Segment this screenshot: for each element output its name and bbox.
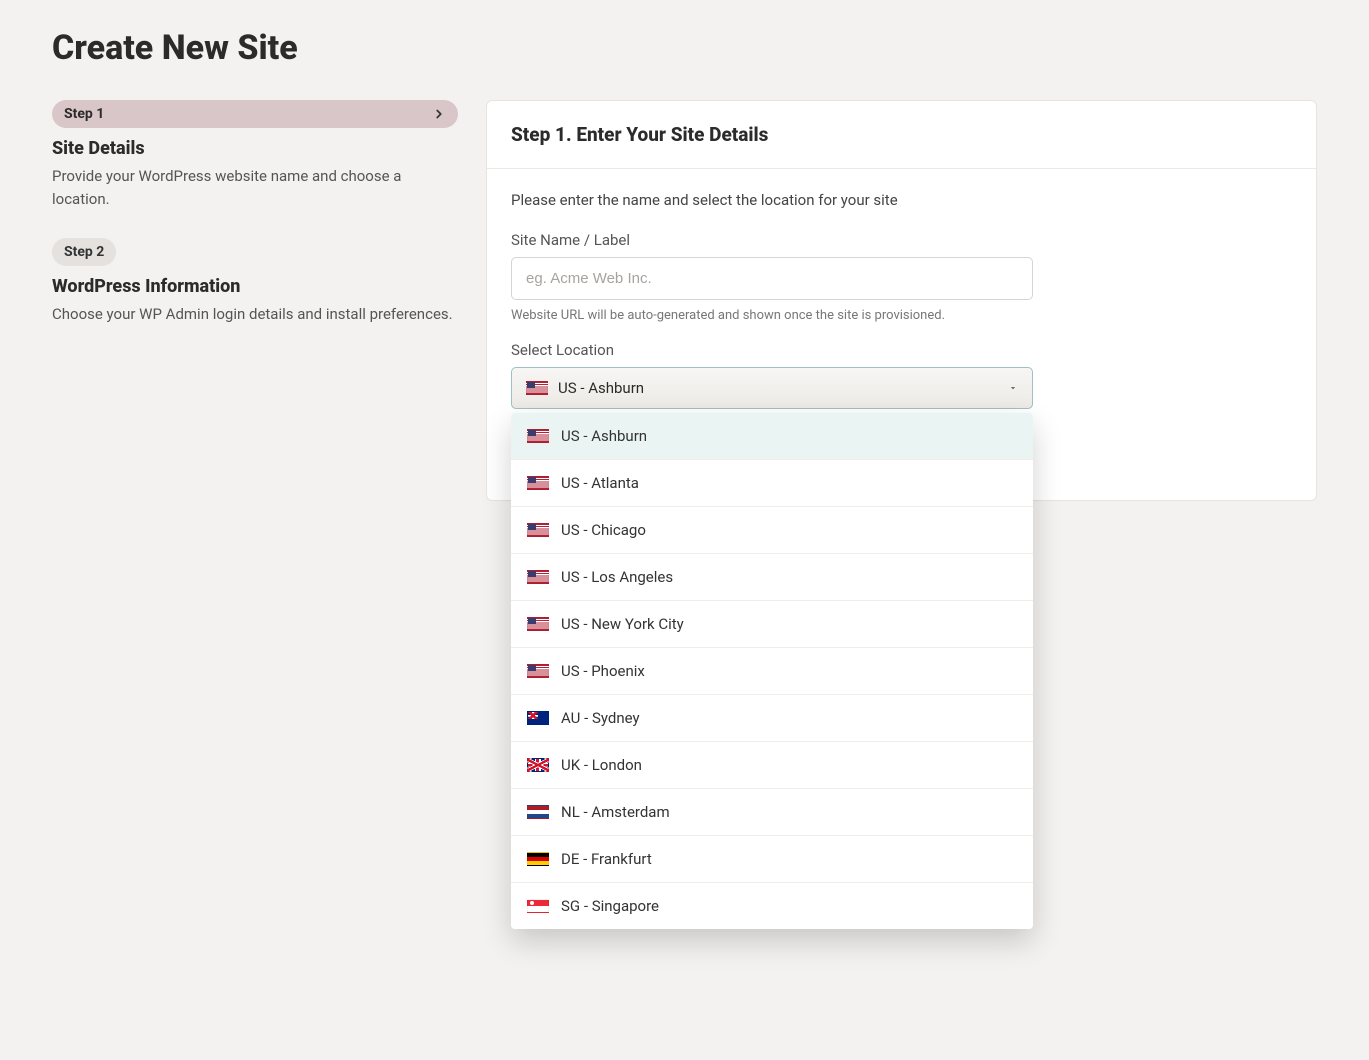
page-title: Create New Site	[52, 28, 1317, 68]
us-flag-icon	[527, 617, 549, 631]
step-1-desc: Provide your WordPress website name and …	[52, 165, 458, 210]
step-1-title: Site Details	[52, 138, 458, 159]
site-name-label: Site Name / Label	[511, 231, 1292, 249]
nl-flag-icon	[527, 805, 549, 819]
step-2-pill[interactable]: Step 2	[52, 238, 116, 266]
site-name-hint: Website URL will be auto-generated and s…	[511, 308, 1292, 323]
au-flag-icon	[527, 711, 549, 725]
us-flag-icon	[527, 570, 549, 584]
steps-sidebar: Step 1 Site Details Provide your WordPre…	[52, 100, 458, 354]
step-2-pill-label: Step 2	[64, 244, 104, 260]
location-option[interactable]: US - Los Angeles	[511, 554, 1033, 601]
us-flag-icon	[526, 381, 548, 395]
site-name-group: Site Name / Label Website URL will be au…	[511, 231, 1292, 323]
location-option-label: US - Phoenix	[561, 662, 645, 680]
location-option[interactable]: US - Ashburn	[511, 413, 1033, 460]
location-option-label: US - Atlanta	[561, 474, 639, 492]
site-name-input[interactable]	[511, 257, 1033, 300]
location-group: Select Location US - Ashburn US - Ashbur…	[511, 341, 1292, 409]
card-title: Step 1. Enter Your Site Details	[511, 123, 1292, 146]
location-select[interactable]: US - Ashburn	[511, 367, 1033, 409]
card-header: Step 1. Enter Your Site Details	[487, 101, 1316, 169]
us-flag-icon	[527, 664, 549, 678]
location-selected-value: US - Ashburn	[558, 379, 644, 397]
step-1-pill-label: Step 1	[64, 106, 104, 122]
location-option-label: DE - Frankfurt	[561, 850, 652, 868]
location-option[interactable]: UK - London	[511, 742, 1033, 789]
location-option[interactable]: NL - Amsterdam	[511, 789, 1033, 836]
location-option-label: US - Ashburn	[561, 427, 647, 445]
location-option-label: SG - Singapore	[561, 897, 659, 915]
caret-down-icon	[1008, 383, 1018, 393]
location-dropdown: US - Ashburn US - Atlanta US - Chicago US -…	[511, 413, 1033, 929]
de-flag-icon	[527, 852, 549, 866]
uk-flag-icon	[527, 758, 549, 772]
location-option[interactable]: AU - Sydney	[511, 695, 1033, 742]
site-details-card: Step 1. Enter Your Site Details Please e…	[486, 100, 1317, 501]
location-option[interactable]: SG - Singapore	[511, 883, 1033, 929]
location-option-label: UK - London	[561, 756, 642, 774]
step-1-pill[interactable]: Step 1	[52, 100, 458, 128]
location-option[interactable]: US - Phoenix	[511, 648, 1033, 695]
step-1-block: Step 1 Site Details Provide your WordPre…	[52, 100, 458, 210]
us-flag-icon	[527, 476, 549, 490]
location-option-label: NL - Amsterdam	[561, 803, 670, 821]
step-2-desc: Choose your WP Admin login details and i…	[52, 303, 458, 326]
chevron-right-icon	[432, 107, 446, 121]
location-option-label: AU - Sydney	[561, 709, 640, 727]
step-2-title: WordPress Information	[52, 276, 458, 297]
card-intro: Please enter the name and select the loc…	[511, 191, 1292, 209]
location-option[interactable]: DE - Frankfurt	[511, 836, 1033, 883]
step-2-block: Step 2 WordPress Information Choose your…	[52, 238, 458, 326]
main-panel: Step 1. Enter Your Site Details Please e…	[486, 100, 1317, 501]
location-label: Select Location	[511, 341, 1292, 359]
location-option-label: US - Chicago	[561, 521, 646, 539]
location-option[interactable]: US - Chicago	[511, 507, 1033, 554]
location-option-label: US - New York City	[561, 615, 684, 633]
sg-flag-icon	[527, 899, 549, 913]
location-option-label: US - Los Angeles	[561, 568, 673, 586]
location-option[interactable]: US - New York City	[511, 601, 1033, 648]
us-flag-icon	[527, 429, 549, 443]
us-flag-icon	[527, 523, 549, 537]
location-option[interactable]: US - Atlanta	[511, 460, 1033, 507]
